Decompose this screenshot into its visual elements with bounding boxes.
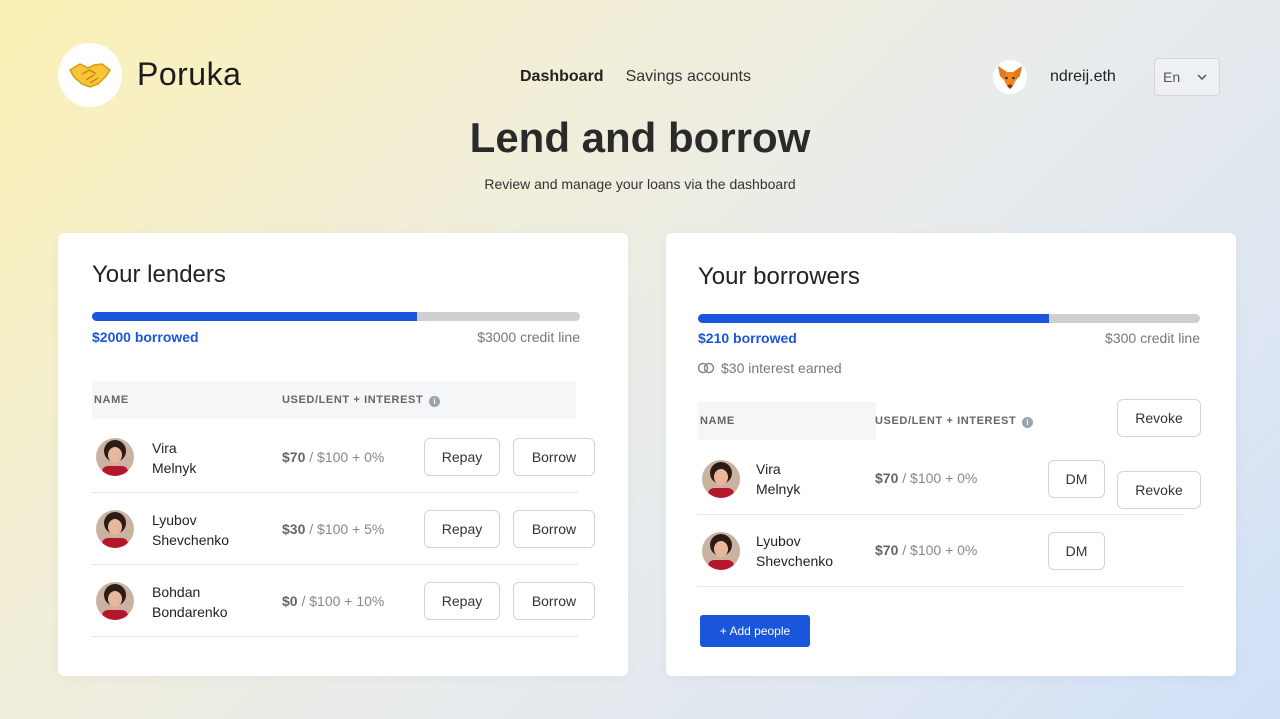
page-subtitle: Review and manage your loans via the das… — [484, 176, 796, 192]
person-avatar-icon — [702, 460, 740, 498]
borrowers-progress-bar — [698, 314, 1200, 323]
person-first-name: Vira — [756, 461, 781, 477]
borrowers-card: Your borrowers $210 borrowed $300 credit… — [666, 233, 1236, 676]
borrower-row: Lyubov Shevchenko $70 / $100 + 0% DM — [698, 515, 1184, 587]
avatar — [96, 582, 134, 620]
loan-amount: $0 / $100 + 10% — [282, 593, 384, 609]
borrowers-col-name: NAME — [700, 415, 735, 427]
lent-interest: / $100 + 0% — [898, 470, 978, 486]
language-value: En — [1163, 69, 1181, 85]
person-last-name: Shevchenko — [756, 553, 834, 569]
interest-earned: $30 interest earned — [697, 360, 842, 376]
lender-row: Bohdan Bondarenko $0 / $100 + 10% Repay … — [92, 565, 595, 637]
used-amount: $30 — [282, 521, 306, 537]
lenders-card: Your lenders $2000 borrowed $3000 credit… — [58, 233, 628, 676]
loan-amount: $70 / $100 + 0% — [875, 542, 977, 558]
borrowers-progress-fill — [698, 314, 1050, 323]
coins-icon — [697, 362, 715, 374]
avatar — [702, 532, 740, 570]
person-first-name: Vira — [152, 440, 177, 456]
lenders-progress-fill — [92, 312, 418, 321]
lenders-progress-bar — [92, 312, 580, 321]
borrow-button[interactable]: Borrow — [513, 582, 595, 620]
person-last-name: Melnyk — [756, 481, 801, 497]
lent-interest: / $100 + 10% — [297, 593, 385, 609]
lender-row: Lyubov Shevchenko $30 / $100 + 5% Repay … — [92, 493, 595, 565]
loan-amount: $70 / $100 + 0% — [875, 470, 977, 486]
nav-dashboard[interactable]: Dashboard — [520, 68, 604, 86]
lenders-borrowed: $2000 borrowed — [92, 329, 199, 345]
brand-name: Poruka — [137, 56, 242, 92]
lenders-col-name: NAME — [94, 394, 129, 406]
person-last-name: Melnyk — [152, 460, 197, 476]
dm-button[interactable]: DM — [1048, 460, 1105, 498]
repay-button[interactable]: Repay — [424, 582, 500, 620]
person-avatar-icon — [96, 510, 134, 548]
logo[interactable] — [58, 43, 122, 107]
repay-button[interactable]: Repay — [424, 510, 500, 548]
main-nav: Dashboard Savings accounts — [520, 68, 751, 86]
borrowers-col-used: USED/LENT + INTEREST i — [875, 415, 1034, 428]
lender-row: Vira Melnyk $70 / $100 + 0% Repay Borrow — [92, 421, 595, 493]
person-avatar-icon — [96, 582, 134, 620]
used-amount: $70 — [875, 470, 899, 486]
borrow-button[interactable]: Borrow — [513, 438, 595, 476]
revoke-all-button[interactable]: Revoke — [1117, 399, 1201, 437]
lent-interest: / $100 + 5% — [305, 521, 385, 537]
dm-button[interactable]: DM — [1048, 532, 1105, 570]
used-amount: $70 — [282, 449, 306, 465]
person-last-name: Shevchenko — [152, 532, 230, 548]
lenders-col-used: USED/LENT + INTEREST i — [282, 394, 441, 407]
lenders-credit-line: $3000 credit line — [477, 329, 580, 345]
loan-amount: $30 / $100 + 5% — [282, 521, 384, 537]
borrowers-credit-line: $300 credit line — [1105, 330, 1200, 346]
person-last-name: Bondarenko — [152, 604, 228, 620]
add-people-button[interactable]: + Add people — [700, 615, 810, 647]
person-first-name: Lyubov — [152, 512, 197, 528]
lenders-col-used-label: USED/LENT + INTEREST — [282, 394, 424, 406]
handshake-icon — [68, 63, 112, 88]
used-amount: $0 — [282, 593, 298, 609]
used-amount: $70 — [875, 542, 899, 558]
person-first-name: Bohdan — [152, 584, 201, 600]
lent-interest: / $100 + 0% — [898, 542, 978, 558]
page-title: Lend and borrow — [469, 114, 811, 161]
nav-savings-accounts[interactable]: Savings accounts — [626, 68, 751, 86]
person-avatar-icon — [702, 532, 740, 570]
repay-button[interactable]: Repay — [424, 438, 500, 476]
borrow-button[interactable]: Borrow — [513, 510, 595, 548]
lenders-title: Your lenders — [92, 261, 226, 288]
interest-earned-label: $30 interest earned — [721, 360, 842, 376]
info-icon[interactable]: i — [429, 396, 441, 407]
metamask-fox-icon — [998, 66, 1022, 89]
borrowers-title: Your borrowers — [698, 263, 860, 290]
chevron-down-icon — [1197, 74, 1207, 80]
person-first-name: Lyubov — [756, 533, 801, 549]
loan-amount: $70 / $100 + 0% — [282, 449, 384, 465]
borrowers-borrowed: $210 borrowed — [698, 330, 797, 346]
borrower-row: Vira Melnyk $70 / $100 + 0% DM Revoke — [698, 443, 1201, 515]
avatar — [96, 510, 134, 548]
avatar — [702, 460, 740, 498]
username[interactable]: ndreij.eth — [1050, 68, 1116, 86]
avatar — [96, 438, 134, 476]
lent-interest: / $100 + 0% — [305, 449, 385, 465]
wallet-avatar[interactable] — [993, 60, 1027, 94]
language-select[interactable]: En — [1154, 58, 1220, 96]
borrowers-col-used-label: USED/LENT + INTEREST — [875, 415, 1017, 427]
person-avatar-icon — [96, 438, 134, 476]
info-icon[interactable]: i — [1022, 417, 1034, 428]
revoke-button[interactable]: Revoke — [1117, 471, 1201, 509]
